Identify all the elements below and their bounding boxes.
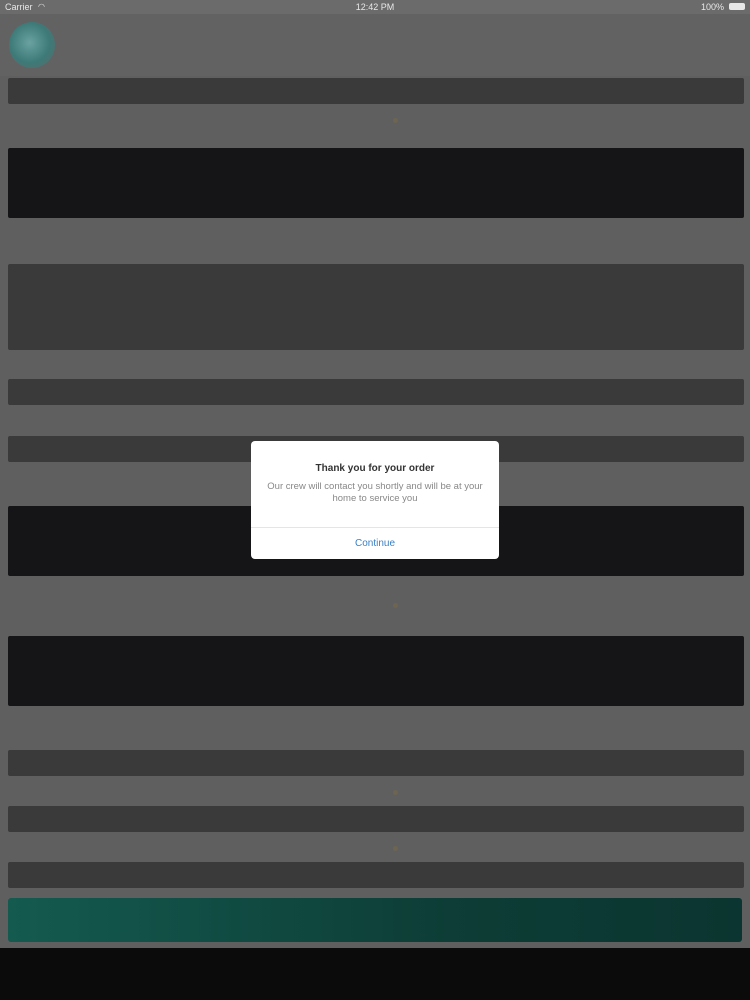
app-logo — [9, 22, 55, 68]
app-header — [0, 14, 750, 76]
order-confirmation-dialog: Thank you for your order Our crew will c… — [251, 441, 499, 559]
indicator-dot — [393, 790, 398, 795]
dialog-message: Our crew will contact you shortly and wi… — [267, 481, 483, 504]
name-field[interactable] — [8, 78, 744, 104]
phone-field[interactable] — [8, 862, 744, 888]
text-field[interactable] — [8, 750, 744, 776]
indicator-dot — [393, 846, 398, 851]
service-selector[interactable] — [8, 148, 744, 218]
text-field[interactable] — [8, 379, 744, 405]
submit-order-button[interactable] — [8, 898, 742, 942]
footer-bar — [0, 948, 750, 1000]
dialog-title: Thank you for your order — [315, 463, 435, 474]
email-field[interactable] — [8, 806, 744, 832]
address-field[interactable] — [8, 264, 744, 350]
clock: 12:42 PM — [355, 2, 395, 12]
battery-percent: 100% — [700, 2, 724, 12]
continue-button[interactable]: Continue — [251, 528, 499, 559]
indicator-dot — [393, 603, 398, 608]
battery-icon — [729, 3, 745, 10]
indicator-dot — [393, 118, 398, 123]
time-selector[interactable] — [8, 636, 744, 706]
status-bar: Carrier ◠ 12:42 PM 100% — [0, 0, 750, 14]
